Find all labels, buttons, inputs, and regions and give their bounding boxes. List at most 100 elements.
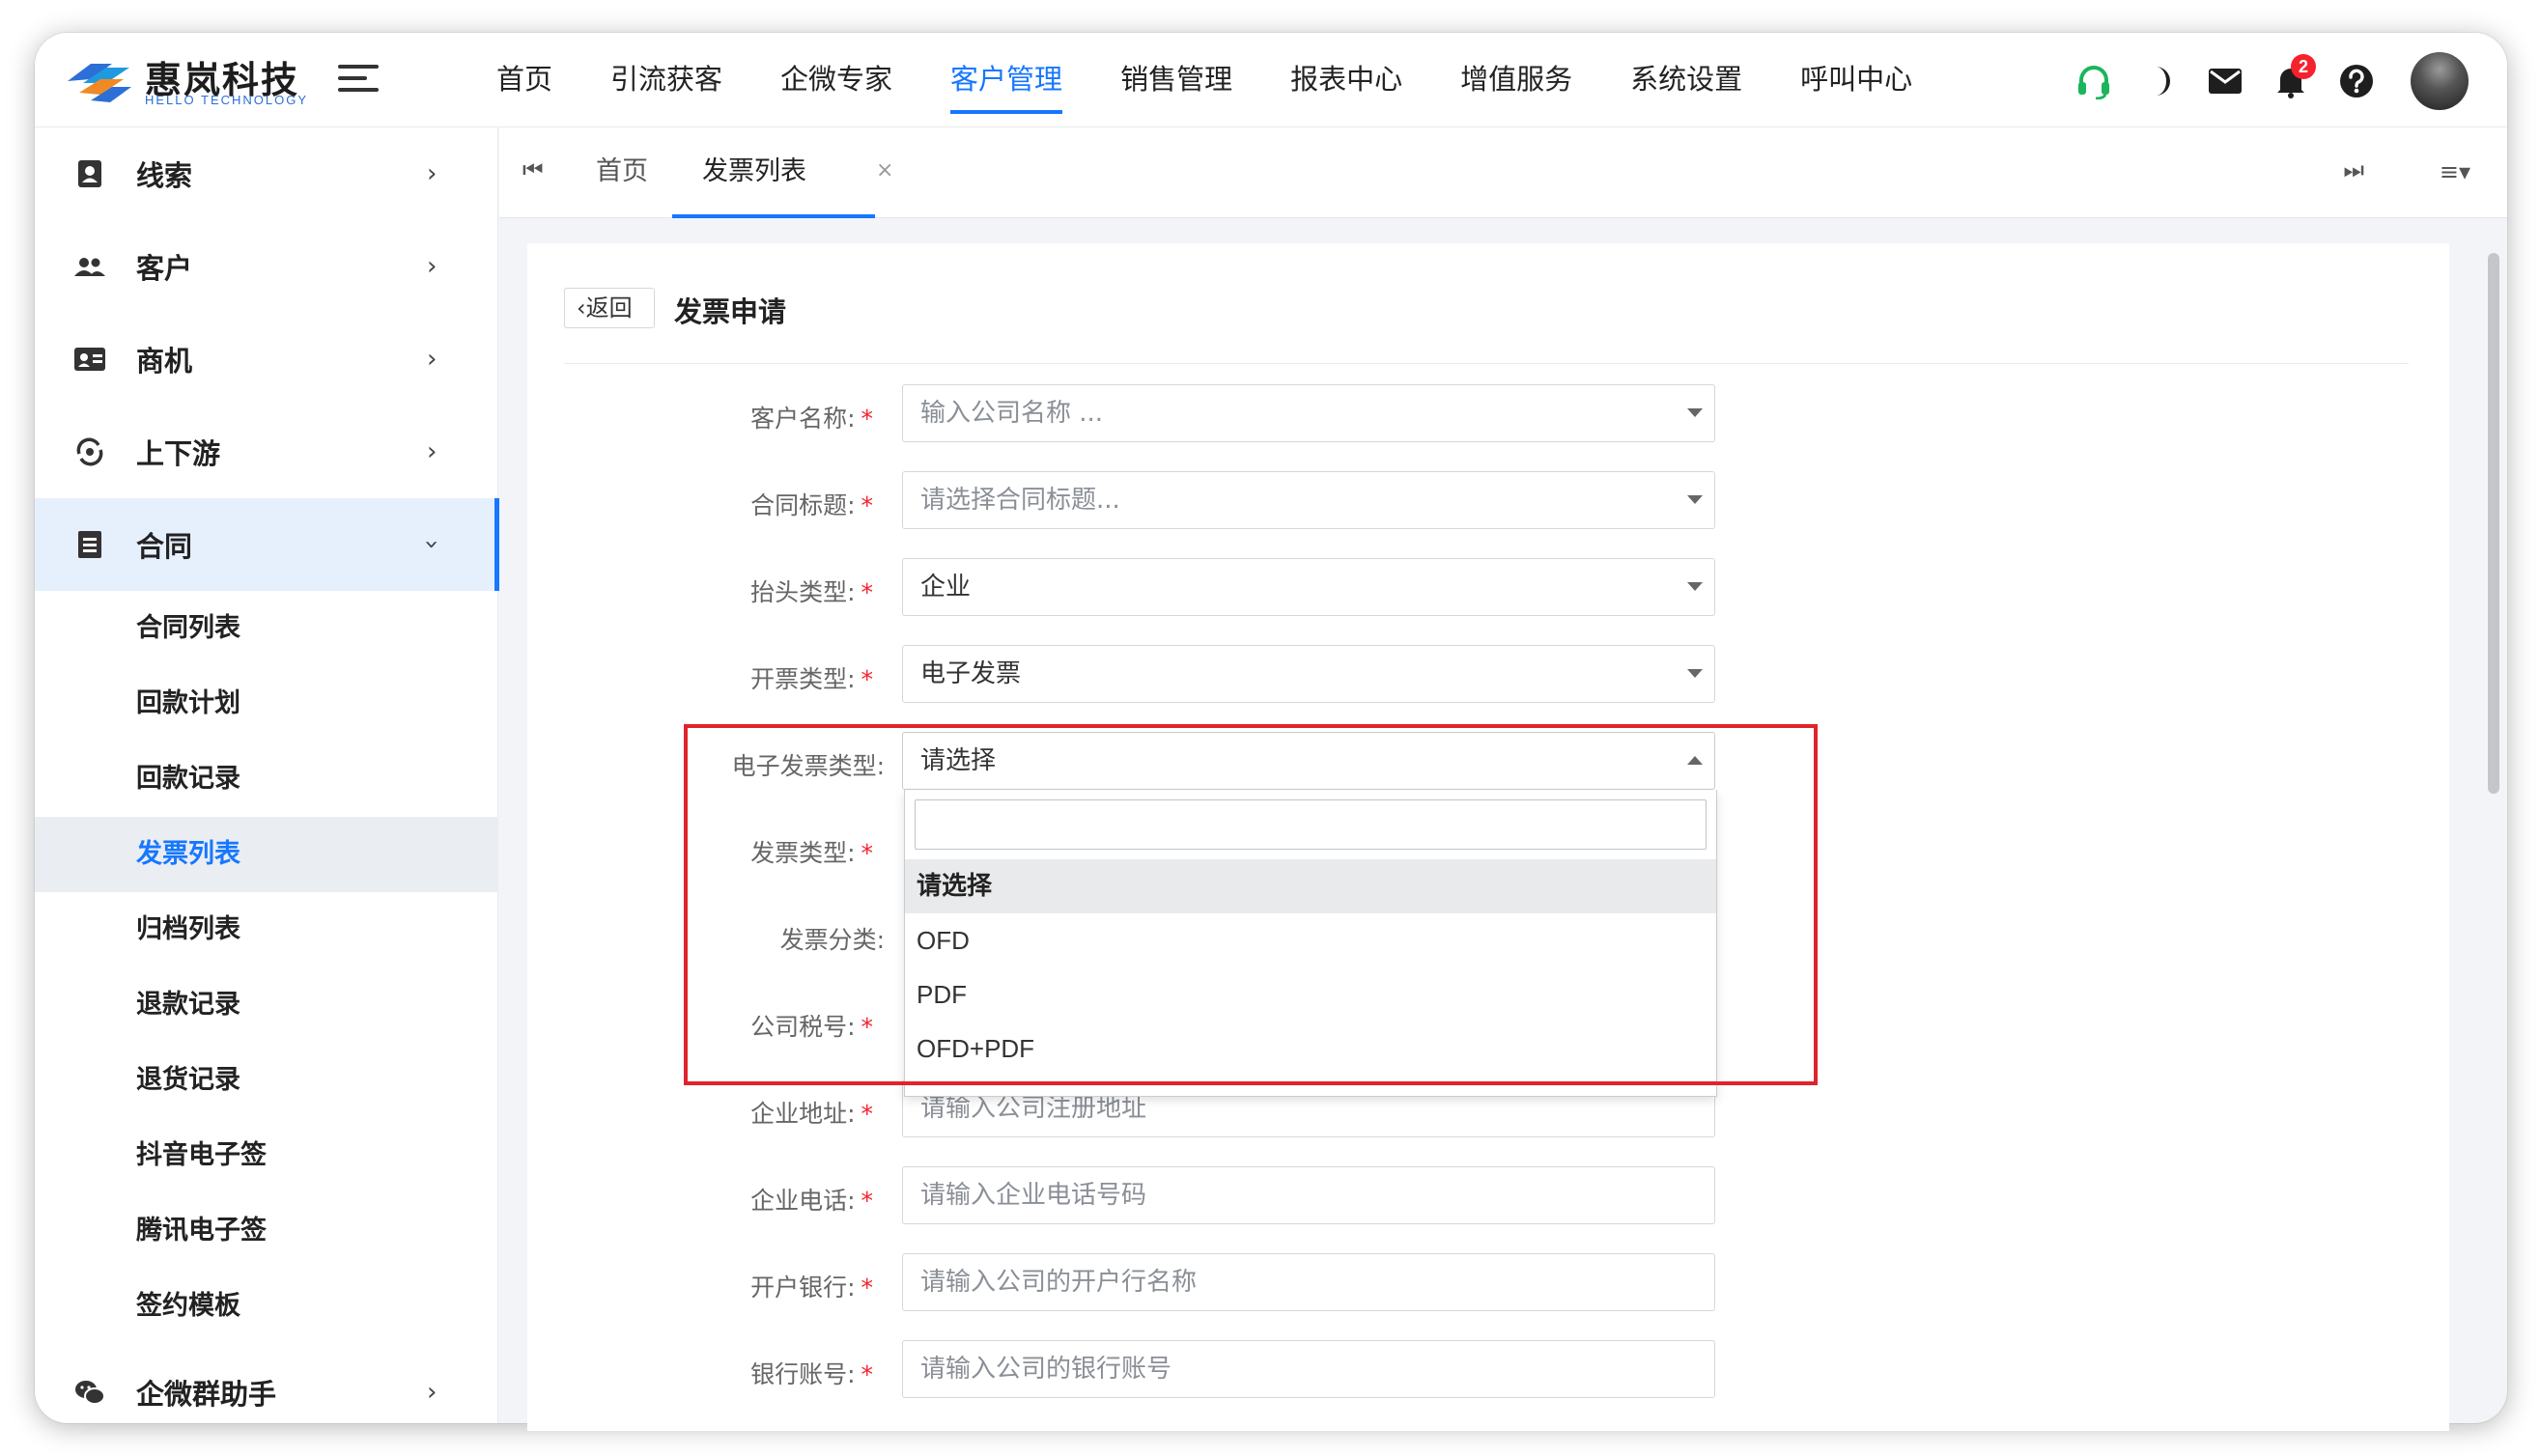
field-label-einvoice-type: 电子发票类型: (731, 752, 885, 780)
moon-icon[interactable] (2138, 60, 2181, 102)
sidebar-item-wechat-groups[interactable]: 企微群助手 › (35, 1346, 498, 1423)
logo-subtitle: HELLO TECHNOLOGY (145, 93, 309, 107)
einvoice-type-select[interactable]: 请选择 (902, 732, 1715, 790)
sidebar-item-label: 合同 (136, 530, 193, 563)
help-icon[interactable] (2335, 60, 2378, 102)
tabs-bar: ⏮ 首页 发票列表 × ⏭ ≡▾ (499, 127, 2507, 218)
sidebar-item-label: 企微群助手 (136, 1378, 277, 1411)
back-button[interactable]: ‹返回 (564, 288, 655, 328)
chevron-down-icon: › (417, 539, 447, 550)
chevron-down-icon (1687, 408, 1703, 417)
topnav-item[interactable]: 系统设置 (1630, 33, 1742, 127)
topnav-item[interactable]: 报表中心 (1290, 33, 1402, 127)
sidebar-item-customers[interactable]: 客户 › (35, 220, 498, 313)
topnav-item[interactable]: 销售管理 (1120, 33, 1232, 127)
field-label-address: 企业地址: * (750, 1100, 873, 1128)
top-navbar: 惠岚科技 HELLO TECHNOLOGY 首页 引流获客 企微专家 客户管理 … (35, 33, 2507, 127)
topnav-item[interactable]: 首页 (496, 33, 552, 127)
field-label-contract: 合同标题: * (750, 491, 873, 519)
customer-select[interactable]: 输入公司名称 ... (902, 384, 1715, 442)
top-icon-group: 2 (2049, 52, 2469, 110)
field-label-bank: 开户银行: * (750, 1274, 873, 1302)
sidebar-item-upstream[interactable]: 上下游 › (35, 406, 498, 498)
chevron-right-icon: › (427, 437, 437, 466)
divider (564, 363, 2409, 364)
sidebar-subitem[interactable]: 归档列表 (35, 892, 498, 967)
invoice-mode-select[interactable]: 电子发票 (902, 645, 1715, 703)
contract-select[interactable]: 请选择合同标题... (902, 471, 1715, 529)
id-card-icon (74, 348, 105, 371)
topnav-item[interactable]: 呼叫中心 (1800, 33, 1912, 127)
field-label-tax-id: 公司税号: * (750, 1013, 873, 1041)
einvoice-type-dropdown: 请选择 OFD PDF OFD+PDF (904, 790, 1717, 1097)
topnav-item-active[interactable]: 客户管理 (950, 33, 1063, 127)
title-type-select[interactable]: 企业 (902, 558, 1715, 616)
phone-input[interactable]: 请输入企业电话号码 (902, 1166, 1715, 1224)
field-label-invoice-category: 发票分类: (779, 926, 885, 954)
sidebar-subitem[interactable]: 退款记录 (35, 967, 498, 1043)
field-label-customer: 客户名称: * (750, 405, 873, 433)
sidebar-subitem[interactable]: 回款记录 (35, 742, 498, 817)
sidebar-item-leads[interactable]: 线索 › (35, 127, 498, 220)
dropdown-option[interactable]: OFD+PDF (905, 1022, 1716, 1076)
tab-invoice-list[interactable]: 发票列表 (702, 127, 806, 218)
dropdown-option[interactable]: 请选择 (905, 859, 1716, 913)
sidebar-subitem[interactable]: 抖音电子签 (35, 1118, 498, 1193)
close-icon[interactable]: × (876, 158, 893, 182)
avatar[interactable] (2411, 52, 2469, 110)
chevron-right-icon: › (427, 252, 437, 281)
tab-active-indicator (672, 214, 875, 218)
sidebar-item-label: 商机 (136, 345, 193, 378)
sidebar-item-label: 客户 (136, 252, 193, 285)
field-label-invoice-type: 发票类型: * (750, 839, 873, 867)
bank-input[interactable]: 请输入公司的开户行名称 (902, 1253, 1715, 1311)
chevron-down-icon (1687, 495, 1703, 504)
chevron-right-icon: › (427, 159, 437, 188)
dropdown-option[interactable]: PDF (905, 967, 1716, 1022)
field-label-invoice-mode: 开票类型: * (750, 665, 873, 693)
scrollbar-thumb[interactable] (2488, 253, 2499, 794)
menu-toggle-icon[interactable] (338, 65, 379, 96)
users-icon (74, 258, 105, 276)
back-label: 返回 (585, 294, 633, 322)
document-icon (78, 531, 101, 558)
field-label-phone: 企业电话: * (750, 1187, 873, 1215)
sidebar-subitem-active[interactable]: 发票列表 (35, 817, 498, 892)
headset-icon[interactable] (2073, 60, 2115, 102)
top-nav-menu: 首页 引流获客 企微专家 客户管理 销售管理 报表中心 增值服务 系统设置 呼叫… (496, 33, 1970, 127)
sync-icon (76, 437, 103, 466)
sidebar-item-opportunities[interactable]: 商机 › (35, 313, 498, 406)
sidebar-subitem[interactable]: 签约模板 (35, 1269, 498, 1344)
sidebar: 线索 › 客户 › 商机 › 上下游 › 合同 › 合同列表 回款计划 回款记录… (35, 127, 499, 1423)
field-label-title-type: 抬头类型: * (750, 578, 873, 606)
page-title: 发票申请 (674, 295, 787, 328)
wechat-icon (75, 1381, 105, 1405)
bell-icon[interactable]: 2 (2270, 54, 2316, 102)
topnav-item[interactable]: 增值服务 (1460, 33, 1572, 127)
sidebar-item-contracts[interactable]: 合同 › (35, 498, 499, 591)
sidebar-subitem[interactable]: 合同列表 (35, 591, 498, 666)
sidebar-item-label: 上下游 (136, 437, 221, 470)
mail-icon[interactable] (2204, 60, 2246, 102)
dropdown-search-input[interactable] (915, 799, 1707, 850)
sidebar-subitem[interactable]: 退货记录 (35, 1043, 498, 1118)
chevron-down-icon (1687, 582, 1703, 591)
tab-scroll-left-icon[interactable]: ⏮ (522, 156, 544, 183)
field-label-account: 银行账号: * (750, 1360, 873, 1388)
chevron-down-icon (1687, 669, 1703, 678)
chevron-right-icon: › (427, 345, 437, 374)
tab-scroll-right-icon[interactable]: ⏭ (2343, 156, 2364, 183)
sidebar-subitem[interactable]: 腾讯电子签 (35, 1193, 498, 1269)
sidebar-subitem[interactable]: 回款计划 (35, 666, 498, 742)
tab-home[interactable]: 首页 (596, 127, 648, 218)
page-scrollbar[interactable] (2486, 253, 2501, 1412)
chevron-up-icon (1687, 756, 1703, 765)
notification-badge: 2 (2291, 54, 2316, 79)
contact-icon (78, 160, 101, 187)
topnav-item[interactable]: 企微专家 (780, 33, 892, 127)
dropdown-option[interactable]: OFD (905, 913, 1716, 967)
chevron-right-icon: › (427, 1378, 437, 1407)
topnav-item[interactable]: 引流获客 (610, 33, 722, 127)
account-input[interactable]: 请输入公司的银行账号 (902, 1340, 1715, 1398)
tab-menu-icon[interactable]: ≡▾ (2440, 158, 2470, 185)
